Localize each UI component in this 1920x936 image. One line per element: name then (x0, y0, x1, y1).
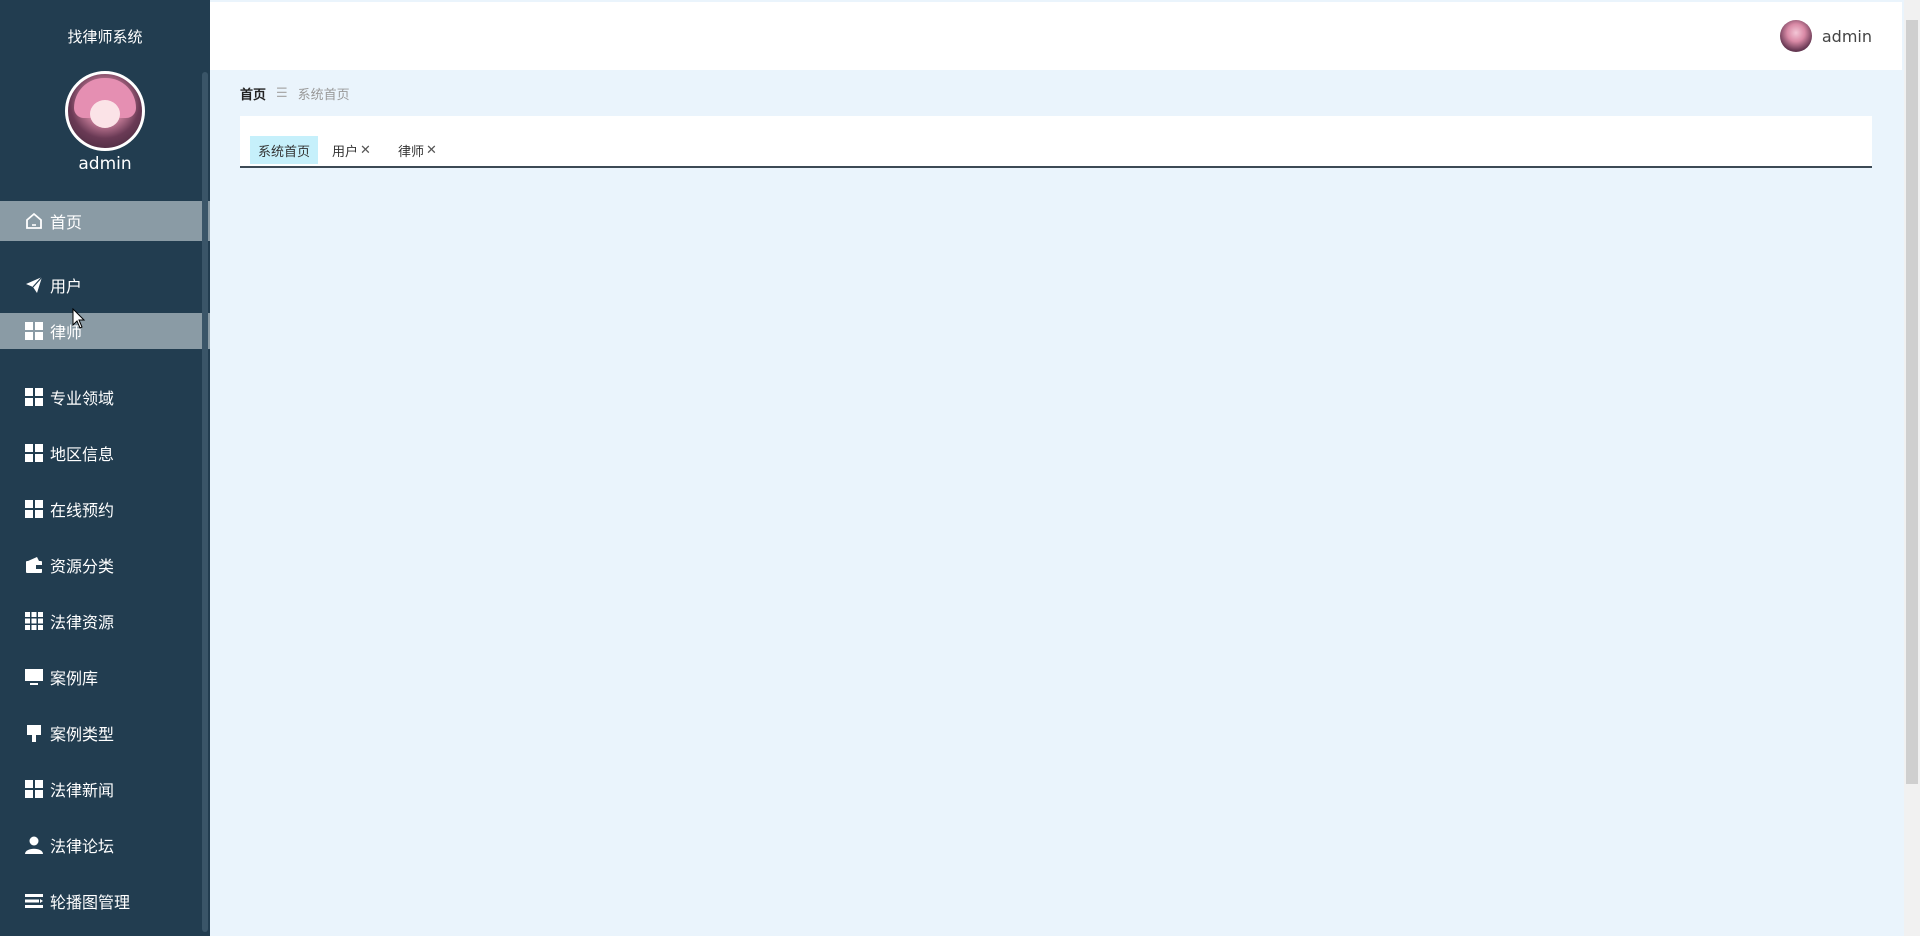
sidebar-item-regions[interactable]: 地区信息 (0, 425, 210, 481)
sidebar-item-case-types[interactable]: 案例类型 (0, 705, 210, 761)
sidebar-item-carousel-management[interactable]: 轮播图管理 (0, 873, 210, 929)
monitor-icon (24, 667, 44, 687)
sidebar-item-label: 法律资源 (50, 613, 115, 632)
grid-icon (24, 779, 44, 799)
close-icon[interactable]: ✕ (360, 143, 371, 158)
wallet-icon (24, 555, 44, 575)
tab-lawyers[interactable]: 律师 ✕ (390, 136, 445, 164)
mouse-cursor-icon (72, 308, 86, 329)
paper-plane-icon (24, 275, 44, 295)
home-icon (24, 211, 44, 231)
tab-label: 系统首页 (258, 144, 311, 160)
page-scrollbar-thumb[interactable] (1906, 20, 1918, 784)
tab-label: 用户 (332, 144, 359, 160)
breadcrumb: 首页 ☰ 系统首页 (240, 84, 350, 103)
sidebar-item-specialties[interactable]: 专业领域 (0, 369, 210, 425)
tab-system-home[interactable]: 系统首页 (250, 136, 319, 164)
sidebar-item-resource-categories[interactable]: 资源分类 (0, 537, 210, 593)
grid-icon (24, 387, 44, 407)
tab-users[interactable]: 用户 ✕ (324, 136, 379, 164)
sidebar-item-legal-forum[interactable]: 法律论坛 (0, 817, 210, 873)
sidebar-item-label: 案例类型 (50, 725, 115, 744)
sidebar-item-lawyers[interactable]: 律师 (0, 313, 210, 349)
sidebar-item-legal-resources[interactable]: 法律资源 (0, 593, 210, 649)
sidebar-item-label: 案例库 (50, 669, 99, 688)
sidebar-item-label: 专业领域 (50, 389, 115, 408)
sidebar-item-case-library[interactable]: 案例库 (0, 649, 210, 705)
grid-icon (24, 321, 44, 341)
list-icon (24, 891, 44, 911)
sidebar-item-label: 首页 (50, 213, 83, 232)
tab-label: 律师 (398, 144, 425, 160)
sidebar-item-label: 法律新闻 (50, 781, 115, 800)
breadcrumb-separator-icon: ☰ (276, 86, 288, 101)
page-scrollbar-track[interactable] (1904, 0, 1920, 936)
breadcrumb-current: 系统首页 (297, 88, 350, 103)
sidebar-item-appointments[interactable]: 在线预约 (0, 481, 210, 537)
top-header: admin (210, 2, 1902, 70)
sidebar-user-name: admin (78, 154, 132, 174)
tabs-bar: 系统首页 用户 ✕ 律师 ✕ (240, 116, 1872, 168)
top-user-name: admin (1821, 26, 1872, 46)
sidebar-item-label: 轮播图管理 (50, 893, 131, 912)
sidebar-item-label: 在线预约 (50, 501, 115, 520)
brush-icon (24, 723, 44, 743)
sidebar-avatar (65, 71, 145, 151)
grid-icon (24, 443, 44, 463)
sidebar-item-label: 地区信息 (50, 445, 115, 464)
grid-9-icon (24, 611, 44, 631)
sidebar-item-label: 资源分类 (50, 557, 115, 576)
user-icon (24, 835, 44, 855)
sidebar-menu: 首页 用户 律师 专业领域 地区信息 在线预约 资源分类 法律资源 案例库 案例… (0, 201, 210, 929)
sidebar-item-label: 法律论坛 (50, 837, 115, 856)
avatar (1779, 20, 1812, 52)
close-icon[interactable]: ✕ (426, 143, 437, 158)
sidebar: 找律师系统 admin 首页 用户 律师 专业领域 地区信息 在线预约 资源分类… (0, 0, 210, 936)
sidebar-scrollbar[interactable] (202, 72, 208, 932)
sidebar-item-users[interactable]: 用户 (0, 257, 210, 313)
sidebar-item-home[interactable]: 首页 (0, 201, 210, 241)
grid-icon (24, 499, 44, 519)
top-user-menu[interactable]: admin (1779, 20, 1872, 52)
sidebar-item-label: 用户 (50, 277, 83, 296)
sidebar-item-legal-news[interactable]: 法律新闻 (0, 761, 210, 817)
system-title: 找律师系统 (67, 28, 143, 46)
breadcrumb-home[interactable]: 首页 (240, 84, 266, 103)
